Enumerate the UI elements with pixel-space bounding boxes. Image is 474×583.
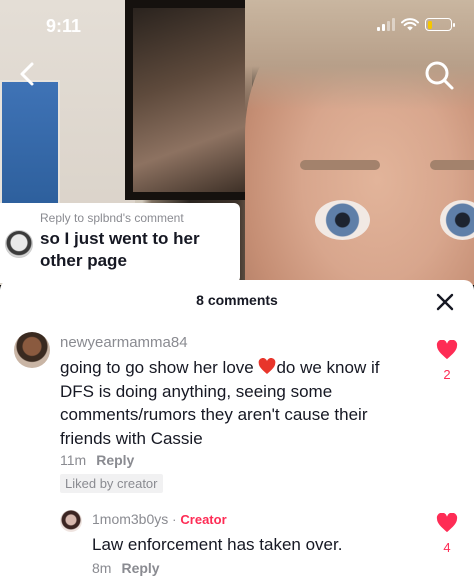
comment-text-line: DFS is doing anything, seeing some bbox=[60, 381, 333, 401]
comment-meta: 11m Reply bbox=[60, 452, 134, 468]
comment-text-line: comments/rumors they aren't cause their bbox=[60, 405, 368, 424]
liked-by-creator-badge: Liked by creator bbox=[60, 474, 163, 493]
comment-text-segment: going to go show her love bbox=[60, 358, 259, 377]
heart-emoji-icon bbox=[259, 358, 276, 374]
reply-bubble: Reply to splbnd's comment so I just went… bbox=[0, 203, 240, 283]
like-button[interactable]: 4 bbox=[432, 512, 462, 555]
comment-meta: 8m Reply bbox=[92, 560, 160, 576]
comment-text: going to go show her love do we know if … bbox=[60, 356, 420, 450]
video-picture-frame bbox=[125, 0, 260, 200]
back-arrow-icon[interactable] bbox=[12, 58, 44, 90]
heart-icon[interactable] bbox=[436, 512, 458, 533]
reply-bubble-text-line2: other page bbox=[40, 251, 127, 270]
reply-bubble-header: Reply to splbnd's comment bbox=[40, 211, 184, 225]
reply-button[interactable]: Reply bbox=[96, 452, 134, 468]
close-icon[interactable] bbox=[432, 289, 458, 315]
comment-text-segment: do we know if bbox=[276, 358, 380, 377]
wifi-icon bbox=[401, 18, 419, 31]
comment-text: Law enforcement has taken over. bbox=[92, 535, 343, 554]
video-hair bbox=[245, 0, 474, 110]
cellular-signal-icon bbox=[377, 18, 395, 31]
video-wall-art bbox=[0, 80, 60, 210]
comment-time: 11m bbox=[60, 452, 87, 468]
avatar[interactable] bbox=[14, 332, 50, 368]
creator-badge: Creator bbox=[180, 512, 227, 527]
reply-username-row: 1mom3b0ys · Creator bbox=[92, 511, 227, 527]
reply-bubble-text-line1: so I just went to her bbox=[40, 229, 200, 248]
separator-dot: · bbox=[172, 512, 177, 527]
reply-button[interactable]: Reply bbox=[121, 560, 159, 576]
heart-icon[interactable] bbox=[436, 339, 458, 360]
like-count: 4 bbox=[443, 540, 451, 555]
comment-username[interactable]: 1mom3b0ys bbox=[92, 511, 168, 527]
like-count: 2 bbox=[443, 367, 451, 382]
comment-time: 8m bbox=[92, 560, 112, 576]
battery-icon bbox=[425, 18, 455, 31]
status-time: 9:11 bbox=[46, 16, 82, 36]
comments-sheet: 8 comments newyearmamma84 going to go sh… bbox=[0, 280, 474, 583]
avatar bbox=[5, 230, 33, 258]
avatar[interactable] bbox=[60, 510, 82, 532]
video-brow bbox=[300, 160, 380, 170]
comments-title: 8 comments bbox=[196, 292, 278, 308]
video-eye bbox=[315, 200, 370, 240]
comment-username[interactable]: newyearmamma84 bbox=[60, 334, 188, 351]
video-brow bbox=[430, 160, 474, 170]
status-icons bbox=[377, 18, 455, 31]
comment-text-line: friends with Cassie bbox=[60, 428, 203, 448]
search-icon[interactable] bbox=[422, 58, 456, 92]
like-button[interactable]: 2 bbox=[432, 339, 462, 382]
